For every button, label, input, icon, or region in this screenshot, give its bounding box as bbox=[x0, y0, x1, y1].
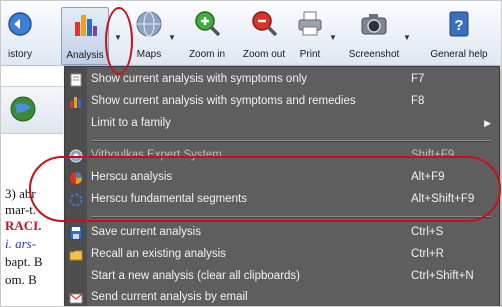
menu-item-symptoms-only[interactable]: Show current analysis with symptoms only… bbox=[65, 69, 499, 91]
general-help-button[interactable]: ? General help bbox=[419, 7, 499, 63]
help-icon: ? bbox=[449, 11, 469, 37]
menu-item-shortcut: Ctrl+S bbox=[411, 226, 444, 238]
zoom-in-button[interactable]: Zoom in bbox=[181, 7, 233, 63]
menu-item-label: Send current analysis by email bbox=[91, 291, 248, 303]
document-line: om. B bbox=[5, 272, 37, 287]
menu-item-save-analysis[interactable]: Save current analysis Ctrl+S bbox=[65, 222, 499, 244]
document-icon bbox=[70, 73, 82, 87]
zoom-in-icon bbox=[195, 11, 221, 37]
analysis-button[interactable]: Analysis bbox=[61, 7, 109, 65]
chart-icon bbox=[70, 97, 81, 108]
menu-item-label: Limit to a family bbox=[91, 117, 171, 129]
annotation-circle-dropdown bbox=[105, 7, 133, 75]
annotation-circle-herscu bbox=[29, 156, 501, 222]
history-label: istory bbox=[8, 49, 32, 60]
folder-icon bbox=[69, 250, 83, 261]
analysis-label: Analysis bbox=[66, 50, 104, 61]
app-window: istory Analysis ▼ Maps ▼ Zoom in Zoom ou… bbox=[0, 0, 502, 307]
menu-item-label: Save current analysis bbox=[91, 226, 201, 238]
menu-item-shortcut: Ctrl+R bbox=[411, 248, 444, 260]
menu-separator bbox=[91, 140, 491, 142]
chevron-down-icon: ▼ bbox=[329, 33, 337, 42]
screenshot-label: Screenshot bbox=[348, 49, 400, 60]
maps-label: Maps bbox=[136, 49, 162, 60]
zoom-out-button[interactable]: Zoom out bbox=[235, 7, 293, 63]
print-button[interactable]: Print bbox=[291, 7, 329, 63]
globe-icon[interactable] bbox=[9, 95, 37, 123]
history-icon bbox=[8, 12, 32, 36]
zoom-out-label: Zoom out bbox=[242, 49, 286, 60]
save-icon bbox=[69, 226, 83, 240]
chevron-down-icon: ▼ bbox=[168, 33, 176, 42]
analysis-chart-icon bbox=[75, 15, 97, 36]
camera-icon bbox=[361, 14, 387, 35]
maps-button[interactable]: Maps bbox=[129, 7, 169, 63]
menu-item-new-analysis[interactable]: Start a new analysis (clear all clipboar… bbox=[65, 266, 499, 288]
svg-text:?: ? bbox=[454, 17, 463, 34]
menu-item-label: Recall an existing analysis bbox=[91, 248, 226, 260]
globe-icon bbox=[136, 11, 162, 37]
zoom-out-icon bbox=[252, 11, 278, 37]
zoom-in-label: Zoom in bbox=[188, 49, 226, 60]
menu-item-label: Show current analysis with symptoms and … bbox=[91, 95, 356, 107]
menu-item-symptoms-remedies[interactable]: Show current analysis with symptoms and … bbox=[65, 91, 499, 113]
document-line: bapt. B bbox=[5, 254, 43, 269]
menu-item-shortcut: F7 bbox=[411, 73, 425, 85]
document-line: RACI. bbox=[5, 218, 42, 233]
email-icon bbox=[69, 293, 83, 304]
general-help-label: General help bbox=[430, 49, 488, 60]
history-button[interactable]: istory bbox=[1, 7, 45, 63]
print-dropdown-arrow[interactable]: ▼ bbox=[327, 7, 339, 63]
screenshot-button[interactable]: Screenshot bbox=[339, 7, 409, 63]
document-nav-strip bbox=[1, 86, 63, 134]
toolbar: istory Analysis ▼ Maps ▼ Zoom in Zoom ou… bbox=[1, 1, 501, 66]
print-label: Print bbox=[299, 49, 321, 60]
menu-item-limit-family[interactable]: Limit to a family ▶ bbox=[65, 113, 499, 135]
menu-item-recall-analysis[interactable]: Recall an existing analysis Ctrl+R bbox=[65, 244, 499, 266]
menu-item-send-email[interactable]: Send current analysis by email bbox=[65, 287, 499, 306]
chevron-down-icon: ▼ bbox=[403, 33, 411, 42]
submenu-arrow-icon: ▶ bbox=[484, 118, 491, 128]
screenshot-dropdown-arrow[interactable]: ▼ bbox=[401, 7, 413, 63]
menu-item-label: Show current analysis with symptoms only bbox=[91, 73, 308, 85]
document-line: mar-t. bbox=[5, 202, 37, 217]
menu-item-shortcut: Ctrl+Shift+N bbox=[411, 270, 474, 282]
printer-icon bbox=[298, 11, 322, 36]
menu-item-label: Start a new analysis (clear all clipboar… bbox=[91, 270, 301, 282]
menu-item-shortcut: F8 bbox=[411, 95, 425, 107]
maps-dropdown-arrow[interactable]: ▼ bbox=[166, 7, 178, 63]
document-line: i. ars- bbox=[5, 236, 37, 251]
